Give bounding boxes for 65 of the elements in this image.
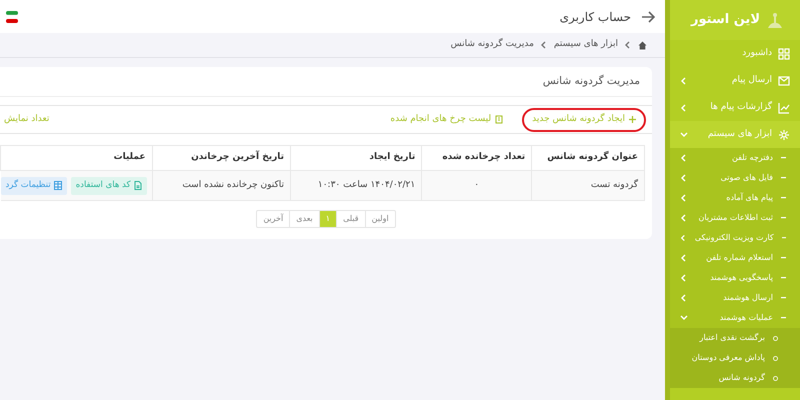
page-button[interactable]: آخرین xyxy=(257,211,290,227)
card-title: مدیریت گردونه شانس xyxy=(0,67,652,97)
column-header: تعداد چرخانده شده xyxy=(422,146,532,170)
dash-icon xyxy=(781,217,786,219)
column-header: تاریخ آخرین چرخاندن xyxy=(152,146,291,170)
sidebar-subitem[interactable]: پاسخگویی هوشمند xyxy=(670,268,800,288)
sidebar-item[interactable]: ابزار های سیستم xyxy=(670,121,800,148)
chart-icon xyxy=(778,102,790,114)
table-cell: ۱۴۰۴/۰۲/۲۱ ساعت ۱۰:۳۰ xyxy=(290,170,422,200)
grid-icon xyxy=(54,181,62,190)
display-count-label: تعداد نمایش xyxy=(3,112,50,126)
page-button[interactable]: بعدی xyxy=(289,211,319,227)
sidebar-item[interactable]: ارسال پیام xyxy=(670,67,800,94)
action-button[interactable]: کد های استفاده xyxy=(70,176,147,194)
gear-icon xyxy=(778,128,790,140)
action-button[interactable]: ایجاد گردونه شانس جدید xyxy=(522,108,646,132)
column-header: عملیات xyxy=(0,146,152,170)
page-title: حساب کاربری xyxy=(560,8,631,26)
table-cell: تاکنون چرخانده نشده است xyxy=(152,170,291,200)
breadcrumb-link[interactable]: مدیریت گردونه شانس xyxy=(450,38,534,52)
sidebar-subitem[interactable]: دفترچه تلفن xyxy=(670,148,800,168)
grid-icon xyxy=(778,48,790,60)
action-button[interactable]: تنظیمات گرد xyxy=(0,176,67,194)
sidebar-subitem[interactable]: پاداش معرفی دوستان xyxy=(670,348,800,368)
mail-icon xyxy=(778,74,790,86)
dash-icon xyxy=(781,257,786,259)
arrow-icon[interactable] xyxy=(641,10,655,22)
page-button[interactable]: اولین xyxy=(364,211,395,227)
plus-icon xyxy=(629,116,636,123)
sidebar-subitem[interactable]: عملیات هوشمند xyxy=(670,308,800,328)
sidebar-item[interactable]: گزارشات پیام ها xyxy=(670,94,800,121)
sidebar-subitem[interactable]: استعلام شماره تلفن xyxy=(670,248,800,268)
circle-icon xyxy=(773,376,778,380)
flag-icon[interactable] xyxy=(6,10,18,22)
dash-icon xyxy=(781,197,786,199)
sidebar-subitem[interactable]: ثبت اطلاعات مشتریان xyxy=(670,208,800,228)
dash-icon xyxy=(782,237,786,239)
circle-icon xyxy=(773,336,778,340)
document-icon xyxy=(134,181,142,190)
dash-icon xyxy=(781,177,786,179)
tower-icon xyxy=(768,12,782,28)
dash-icon xyxy=(781,277,786,279)
home-icon xyxy=(638,40,647,50)
dash-icon xyxy=(781,317,786,319)
breadcrumb-link[interactable]: ابزار های سیستم xyxy=(554,38,618,52)
table-cell: ۰ xyxy=(422,170,532,200)
brand-name: لاین استور xyxy=(691,11,760,30)
list-icon xyxy=(495,115,504,124)
chevron-icon xyxy=(624,41,632,49)
page-button[interactable]: ۱ xyxy=(318,211,336,227)
sidebar-subitem[interactable]: ارسال هوشمند xyxy=(670,288,800,308)
action-button[interactable]: لیست چرخ های انجام شده xyxy=(380,108,514,132)
sidebar-subitem[interactable]: کارت ویزیت الکترونیکی xyxy=(670,228,800,248)
sidebar-subitem[interactable]: فایل های صوتی xyxy=(670,168,800,188)
column-header: تاریخ ایجاد xyxy=(290,146,422,170)
dash-icon xyxy=(781,297,786,299)
dash-icon xyxy=(781,157,786,159)
chevron-icon xyxy=(540,41,548,49)
sidebar-item[interactable]: داشبورد xyxy=(670,40,800,67)
table-cell: گردونه تست xyxy=(532,170,644,200)
sidebar-subitem[interactable]: پیام های آماده xyxy=(670,188,800,208)
circle-icon xyxy=(773,356,778,360)
sidebar-subitem[interactable]: گردونه شانس xyxy=(670,368,800,388)
column-header: عنوان گردونه شانس xyxy=(532,146,644,170)
sidebar-subitem[interactable]: برگشت نقدی اعتبار xyxy=(670,328,800,348)
